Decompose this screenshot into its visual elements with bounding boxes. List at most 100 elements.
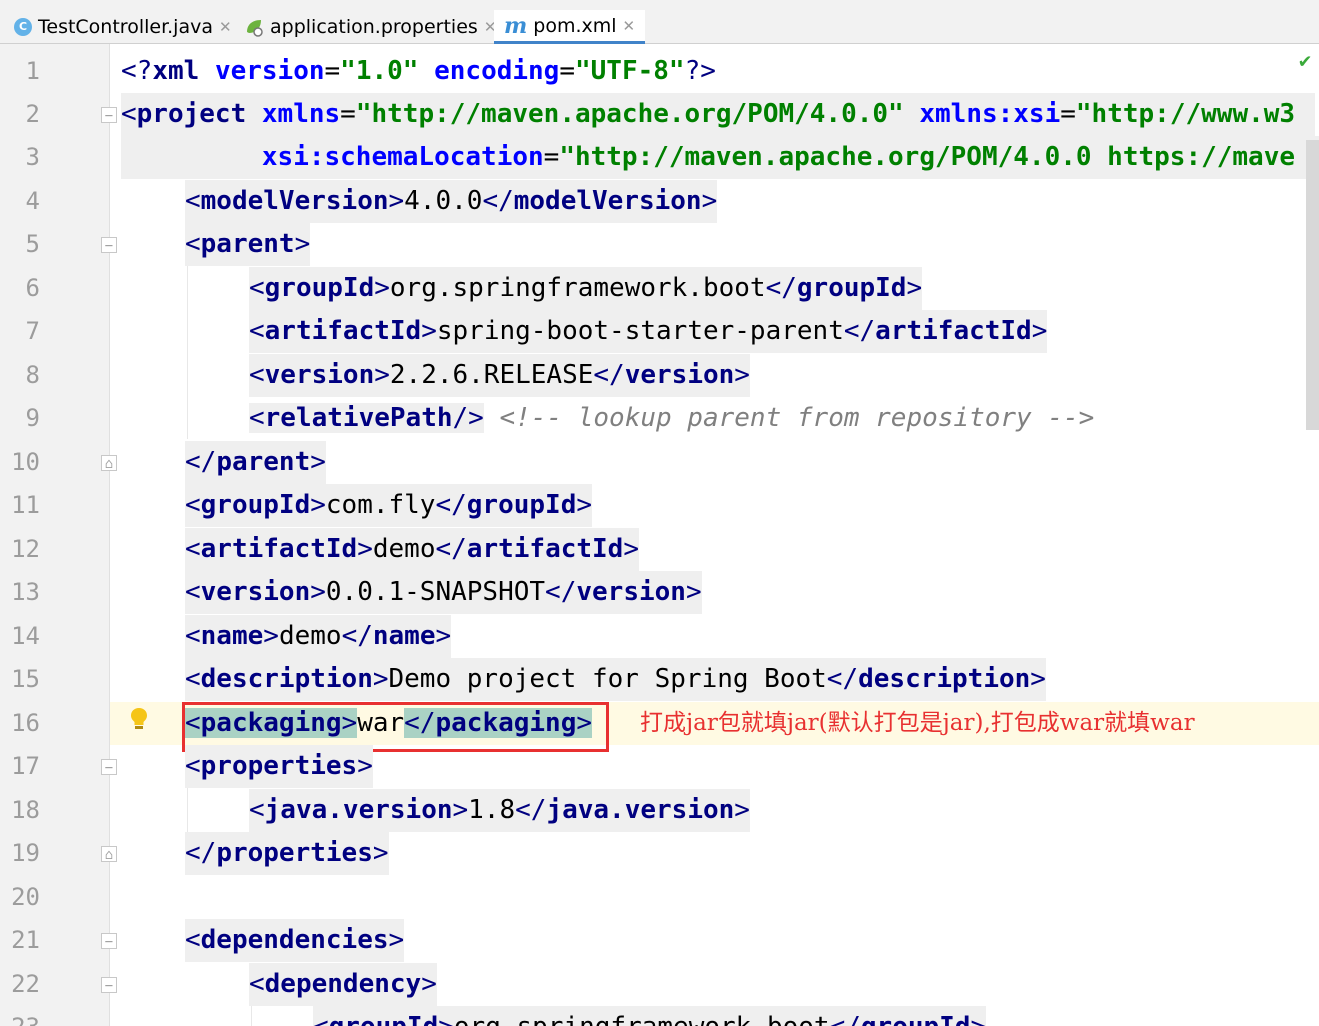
token: xsi:schemaLocation xyxy=(261,142,544,172)
token: "UTF-8" xyxy=(575,56,685,86)
tab-testcontroller[interactable]: C TestController.java ✕ xyxy=(14,10,232,44)
code-line-20: 20 xyxy=(0,876,1319,919)
line-number: 16 xyxy=(11,709,40,737)
code-line-15: 15 <description>Demo project for Spring … xyxy=(0,658,1319,701)
line-number: 1 xyxy=(25,57,40,85)
code-text[interactable]: <relativePath/> <!-- lookup parent from … xyxy=(249,397,1094,440)
maven-m-icon: m xyxy=(504,12,528,39)
close-icon[interactable]: ✕ xyxy=(219,18,232,36)
code-text[interactable]: <parent> xyxy=(185,223,311,266)
code-line-2: 2 − <project xmlns="http://maven.apache.… xyxy=(0,93,1319,136)
code-line-21: 21 − <dependencies> xyxy=(0,919,1319,962)
code-line-17: 17 − <properties> xyxy=(0,745,1319,788)
token: encoding xyxy=(434,56,560,86)
line-number: 15 xyxy=(11,665,40,693)
fold-icon[interactable]: − xyxy=(101,977,117,994)
code-text[interactable]: <modelVersion>4.0.0</modelVersion> xyxy=(185,180,718,223)
token: xmlns:xsi xyxy=(919,99,1061,129)
fold-icon[interactable]: − xyxy=(101,237,117,254)
code-text[interactable]: <version>2.2.6.RELEASE</version> xyxy=(249,354,750,397)
fold-icon[interactable]: − xyxy=(101,107,117,124)
spring-leaf-icon xyxy=(247,20,263,37)
code-text[interactable]: xsi:schemaLocation="http://maven.apache.… xyxy=(121,136,1319,179)
line-number: 17 xyxy=(11,752,40,780)
line-number: 4 xyxy=(25,187,40,215)
vertical-scrollbar[interactable] xyxy=(1306,140,1319,430)
token: xmlns xyxy=(261,99,341,129)
code-line-6: 6 <groupId>org.springframework.boot</gro… xyxy=(0,267,1319,310)
close-icon[interactable]: ✕ xyxy=(623,17,636,35)
line-number: 3 xyxy=(25,143,40,171)
line-number: 6 xyxy=(25,274,40,302)
code-text[interactable]: <dependencies> xyxy=(185,919,405,962)
line-number: 2 xyxy=(25,100,40,128)
line-number: 12 xyxy=(11,535,40,563)
editor-tab-bar: C TestController.java ✕ application.prop… xyxy=(0,0,1319,44)
line-number: 20 xyxy=(11,883,40,911)
code-text[interactable]: <groupId>com.fly</groupId> xyxy=(185,484,593,527)
token: project xyxy=(136,99,247,129)
token: xml xyxy=(152,56,200,86)
code-text[interactable]: <project xmlns="http://maven.apache.org/… xyxy=(121,93,1316,136)
code-text[interactable]: <artifactId>spring-boot-starter-parent</… xyxy=(249,310,1048,353)
token: version xyxy=(214,56,325,86)
token: ?> xyxy=(684,56,716,86)
code-line-22: 22 − <dependency> xyxy=(0,963,1319,1006)
code-line-7: 7 <artifactId>spring-boot-starter-parent… xyxy=(0,310,1319,353)
annotation-note: 打成jar包就填jar(默认打包是jar),打包成war就填war xyxy=(640,710,1195,736)
code-text[interactable]: <?xml version="1.0" encoding="UTF-8"?> xyxy=(121,50,716,93)
line-number: 23 xyxy=(0,1006,40,1026)
code-text[interactable]: <java.version>1.8</java.version> xyxy=(249,789,750,832)
tab-application-properties[interactable]: application.properties ✕ xyxy=(244,10,496,44)
tab-label: application.properties xyxy=(270,16,478,38)
code-text[interactable]: <properties> xyxy=(185,745,373,788)
code-line-8: 8 <version>2.2.6.RELEASE</version> xyxy=(0,354,1319,397)
lightbulb-icon[interactable] xyxy=(130,707,148,736)
token: "1.0" xyxy=(340,56,419,86)
token: "http://www.w3 xyxy=(1075,99,1296,129)
fold-icon[interactable]: − xyxy=(101,759,117,776)
line-number: 7 xyxy=(25,317,40,345)
fold-icon[interactable]: ⌂ xyxy=(101,455,117,472)
code-line-4: 4 <modelVersion>4.0.0</modelVersion> xyxy=(0,180,1319,223)
line-number: 8 xyxy=(25,361,40,389)
tab-label: pom.xml xyxy=(533,14,617,37)
code-line-14: 14 <name>demo</name> xyxy=(0,615,1319,658)
fold-icon[interactable]: ⌂ xyxy=(101,846,117,863)
code-line-23: 23 <groupId>org.springframework.boot</gr… xyxy=(0,1006,1319,1026)
code-text[interactable]: <description>Demo project for Spring Boo… xyxy=(185,658,1046,701)
code-line-11: 11 <groupId>com.fly</groupId> xyxy=(0,484,1319,527)
line-number: 9 xyxy=(25,404,40,432)
code-text[interactable]: <artifactId>demo</artifactId> xyxy=(185,528,639,571)
code-line-10: 10 ⌂ </parent> xyxy=(0,441,1319,484)
code-line-1: 1 <?xml version="1.0" encoding="UTF-8"?> xyxy=(0,50,1319,93)
line-number: 5 xyxy=(25,230,40,258)
line-number: 21 xyxy=(11,926,40,954)
code-text[interactable]: </properties> xyxy=(185,832,389,875)
code-line-3: 3 xsi:schemaLocation="http://maven.apach… xyxy=(0,136,1319,179)
line-number: 13 xyxy=(11,578,40,606)
token: "http://maven.apache.org/POM/4.0.0 https… xyxy=(559,142,1296,172)
code-text[interactable]: <version>0.0.1-SNAPSHOT</version> xyxy=(185,571,702,614)
inspection-ok-icon[interactable]: ✔ xyxy=(1299,48,1311,72)
line-number: 11 xyxy=(11,491,40,519)
code-line-18: 18 <java.version>1.8</java.version> xyxy=(0,789,1319,832)
line-number: 18 xyxy=(11,796,40,824)
line-number: 14 xyxy=(11,622,40,650)
code-text[interactable]: <dependency> xyxy=(249,963,437,1006)
code-line-9: 9 <relativePath/> <!-- lookup parent fro… xyxy=(0,397,1319,440)
line-number: 19 xyxy=(11,839,40,867)
token: <? xyxy=(121,56,153,86)
code-text[interactable]: <groupId>org.springframework.boot</group… xyxy=(313,1006,987,1026)
code-text[interactable]: </parent> xyxy=(185,441,326,484)
tab-pom-xml[interactable]: m pom.xml ✕ xyxy=(494,10,646,44)
code-text[interactable]: <name>demo</name> xyxy=(185,615,452,658)
code-text[interactable]: <groupId>org.springframework.boot</group… xyxy=(249,267,923,310)
code-line-13: 13 <version>0.0.1-SNAPSHOT</version> xyxy=(0,571,1319,614)
line-number: 22 xyxy=(11,970,40,998)
fold-icon[interactable]: − xyxy=(101,933,117,950)
class-c-icon: C xyxy=(14,18,32,36)
token: "http://maven.apache.org/POM/4.0.0" xyxy=(355,99,904,129)
tab-label: TestController.java xyxy=(38,16,213,38)
code-line-19: 19 ⌂ </properties> xyxy=(0,832,1319,875)
